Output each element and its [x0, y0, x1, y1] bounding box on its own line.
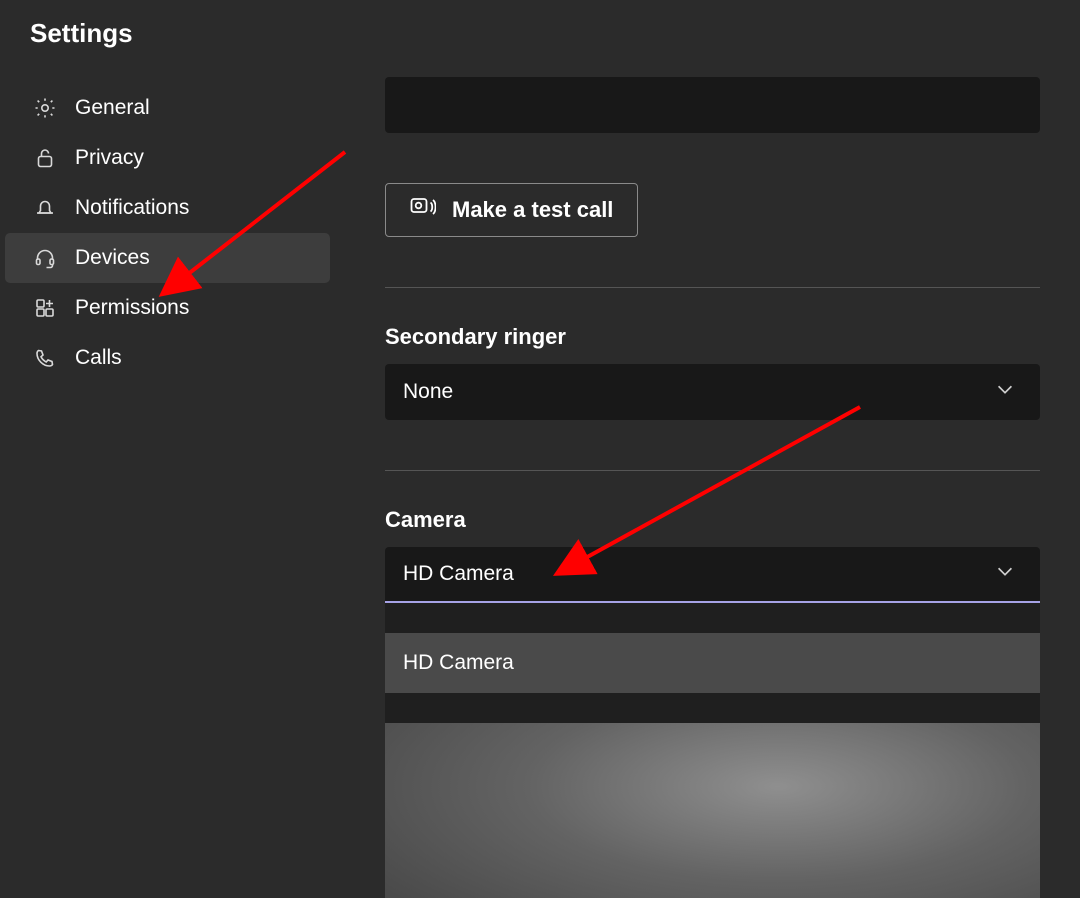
sidebar-item-devices[interactable]: Devices: [5, 233, 330, 283]
divider: [385, 470, 1040, 471]
sidebar-item-permissions[interactable]: Permissions: [5, 283, 330, 333]
sidebar-item-label: Devices: [75, 246, 150, 270]
settings-content: Make a test call Secondary ringer None C…: [385, 77, 1080, 898]
lock-icon: [33, 146, 57, 170]
sidebar-item-notifications[interactable]: Notifications: [5, 183, 330, 233]
sidebar-item-label: Calls: [75, 346, 122, 370]
secondary-ringer-label: Secondary ringer: [385, 324, 1040, 350]
test-call-icon: [410, 196, 436, 224]
make-test-call-label: Make a test call: [452, 197, 613, 223]
settings-sidebar: General Privacy Notifi: [0, 77, 385, 898]
divider: [385, 287, 1040, 288]
camera-option-hd-camera[interactable]: HD Camera: [385, 633, 1040, 693]
bell-icon: [33, 196, 57, 220]
apps-icon: [33, 296, 57, 320]
camera-preview: Preview: [385, 723, 1040, 898]
sidebar-item-label: General: [75, 96, 150, 120]
camera-label: Camera: [385, 507, 1040, 533]
sidebar-item-label: Permissions: [75, 296, 189, 320]
sidebar-item-privacy[interactable]: Privacy: [5, 133, 330, 183]
chevron-down-icon: [994, 560, 1016, 588]
sidebar-item-label: Privacy: [75, 146, 144, 170]
camera-select[interactable]: HD Camera: [385, 547, 1040, 603]
camera-select-value: HD Camera: [403, 562, 514, 586]
camera-dropdown: HD Camera: [385, 603, 1040, 723]
headset-icon: [33, 246, 57, 270]
gear-icon: [33, 96, 57, 120]
make-test-call-button[interactable]: Make a test call: [385, 183, 638, 237]
sidebar-item-label: Notifications: [75, 196, 189, 220]
sidebar-item-calls[interactable]: Calls: [5, 333, 330, 383]
page-title: Settings: [0, 0, 1080, 77]
secondary-ringer-select[interactable]: None: [385, 364, 1040, 420]
secondary-ringer-value: None: [403, 380, 453, 404]
speaker-select[interactable]: [385, 77, 1040, 133]
chevron-down-icon: [994, 378, 1016, 406]
phone-icon: [33, 346, 57, 370]
sidebar-item-general[interactable]: General: [5, 83, 330, 133]
